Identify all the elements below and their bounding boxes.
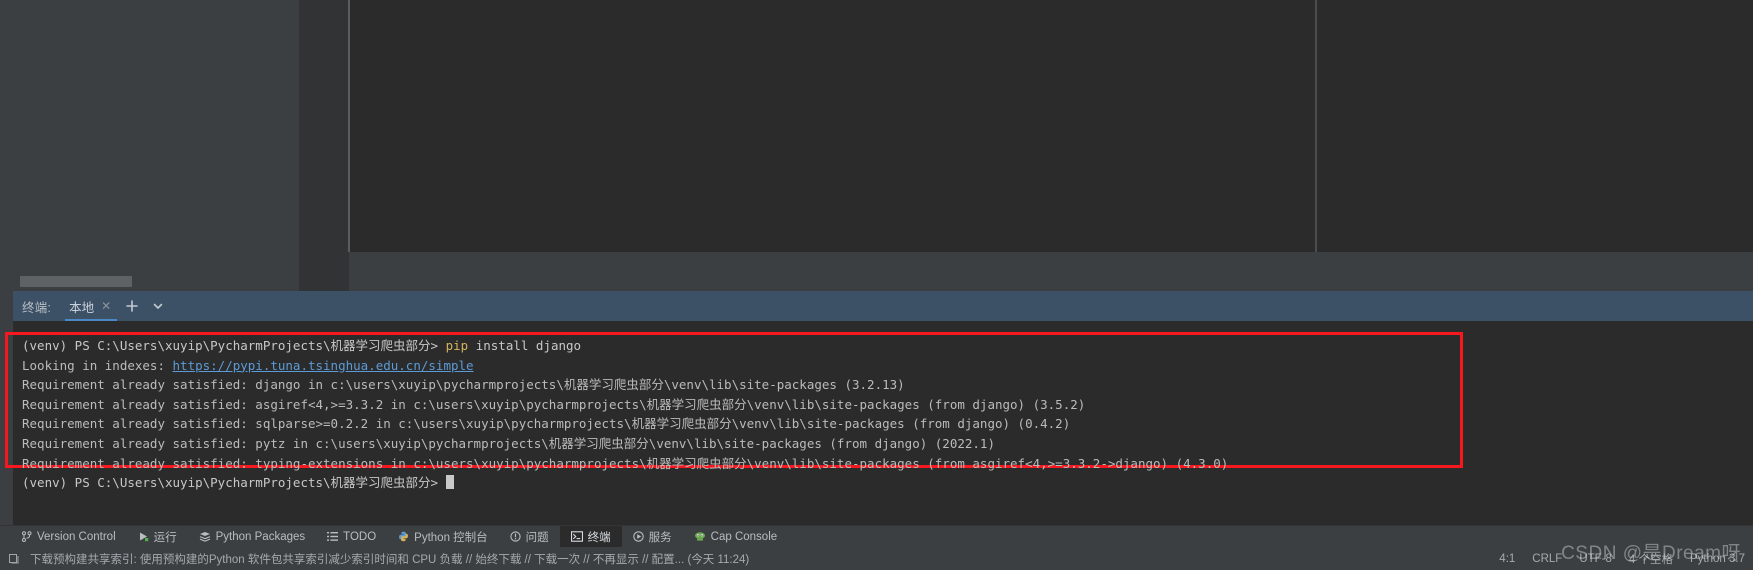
terminal-text-segment: Requirement already satisfied: asgiref<4… bbox=[22, 396, 1086, 412]
terminal-cursor bbox=[445, 475, 454, 490]
terminal-text-segment: Requirement already satisfied: pytz in c… bbox=[22, 435, 995, 451]
tool-window-bar: Version Control 运行 Python Packages TODO Pyth… bbox=[0, 525, 1753, 548]
terminal-line: (venv) PS C:\Users\xuyip\PycharmProjects… bbox=[22, 473, 1722, 493]
branch-icon bbox=[21, 531, 32, 542]
terminal-line: Requirement already satisfied: pytz in c… bbox=[22, 434, 1722, 454]
cap-console-icon bbox=[694, 531, 706, 542]
tool-window-label: TODO bbox=[343, 530, 377, 543]
todo-icon bbox=[327, 531, 339, 542]
terminal-title: 终端: bbox=[22, 300, 52, 315]
tool-window-label: Cap Console bbox=[710, 530, 778, 543]
editor-region bbox=[0, 0, 1753, 291]
terminal-line: Requirement already satisfied: sqlparse>… bbox=[22, 414, 1722, 434]
packages-icon bbox=[199, 531, 211, 542]
terminal-text-segment: (venv) PS C:\Users\xuyip\PycharmProjects… bbox=[22, 475, 446, 491]
tool-window-button-3[interactable]: Python Packages bbox=[188, 526, 317, 548]
close-icon[interactable]: ✕ bbox=[101, 300, 111, 312]
tool-window-button-2[interactable]: 运行 bbox=[127, 526, 188, 548]
python-console-icon bbox=[398, 531, 409, 542]
chevron-down-icon[interactable] bbox=[145, 293, 171, 319]
tool-window-button-5[interactable]: Python 控制台 bbox=[387, 526, 499, 548]
terminal-line: Requirement already satisfied: typing-ex… bbox=[22, 454, 1722, 474]
terminal-line: (venv) PS C:\Users\xuyip\PycharmProjects… bbox=[22, 336, 1722, 356]
tool-window-label: Version Control bbox=[37, 530, 116, 543]
services-icon bbox=[632, 531, 644, 542]
line-separator[interactable]: CRLF bbox=[1532, 553, 1562, 565]
terminal-text-segment: Looking in indexes: bbox=[22, 357, 173, 373]
editor-gutter-pane bbox=[299, 0, 349, 291]
terminal-line: Looking in indexes: https://pypi.tuna.ts… bbox=[22, 356, 1722, 376]
secondary-editor-pane[interactable] bbox=[1317, 0, 1753, 252]
tool-window-button-4[interactable]: TODO bbox=[316, 526, 387, 548]
status-bar: 下载预构建共享索引: 使用预构建的Python 软件包共享索引减少索引时间和 C… bbox=[0, 547, 1753, 570]
terminal-tab-label: 本地 bbox=[69, 300, 95, 315]
terminal-line: Requirement already satisfied: asgiref<4… bbox=[22, 395, 1722, 415]
terminal-text-segment: Requirement already satisfied: django in… bbox=[22, 377, 905, 393]
tool-window-button-8[interactable]: 服务 bbox=[622, 526, 683, 548]
terminal-header: 终端: 本地 ✕ bbox=[13, 291, 1753, 321]
python-interpreter[interactable]: Python 3.7 bbox=[1690, 553, 1745, 565]
plus-icon[interactable] bbox=[119, 293, 145, 319]
tool-window-label: Python Packages bbox=[215, 530, 306, 543]
editor-bottom-strip bbox=[349, 252, 1753, 291]
terminal-tab-local[interactable]: 本地 ✕ bbox=[63, 291, 119, 321]
tool-window-label: 运行 bbox=[153, 531, 177, 544]
tool-window-label: Python 控制台 bbox=[414, 531, 488, 544]
project-tool-window[interactable] bbox=[13, 0, 299, 291]
indent-setting[interactable]: 4 个空格 bbox=[1629, 551, 1673, 567]
tool-window-label: 服务 bbox=[648, 531, 672, 544]
tool-window-label: 终端 bbox=[587, 531, 611, 544]
terminal-text-segment: Requirement already satisfied: sqlparse>… bbox=[22, 416, 1071, 432]
tool-window-button-9[interactable]: Cap Console bbox=[683, 526, 788, 548]
tool-window-button-7[interactable]: 终端 bbox=[559, 525, 622, 548]
left-tool-strip: Bookmarks 结构 bbox=[0, 291, 13, 525]
code-editor-pane[interactable] bbox=[350, 0, 1315, 252]
tool-window-label: 问题 bbox=[525, 531, 549, 544]
status-bar-right: 4:1 CRLF UTF-8 4 个空格 Python 3.7 bbox=[1499, 551, 1745, 567]
notification-icon[interactable] bbox=[8, 553, 20, 565]
terminal-text-segment: install django bbox=[468, 338, 582, 353]
file-encoding[interactable]: UTF-8 bbox=[1579, 553, 1612, 565]
run-icon bbox=[138, 531, 149, 542]
terminal-text: (venv) PS C:\Users\xuyip\PycharmProjects… bbox=[22, 336, 1722, 493]
terminal-line: Requirement already satisfied: django in… bbox=[22, 375, 1722, 395]
left-tool-strip-top bbox=[0, 0, 13, 291]
terminal-text-segment: (venv) PS C:\Users\xuyip\PycharmProjects… bbox=[22, 338, 446, 353]
tool-window-button-6[interactable]: 问题 bbox=[499, 526, 560, 548]
terminal-link[interactable]: https://pypi.tuna.tsinghua.edu.cn/simple bbox=[173, 358, 474, 373]
status-message[interactable]: 下载预构建共享索引: 使用预构建的Python 软件包共享索引减少索引时间和 C… bbox=[30, 551, 749, 567]
project-hscrollbar-thumb[interactable] bbox=[20, 276, 132, 287]
terminal-icon bbox=[570, 531, 583, 542]
caret-position[interactable]: 4:1 bbox=[1499, 553, 1515, 565]
problems-icon bbox=[510, 531, 521, 542]
tool-window-button-1[interactable]: Version Control bbox=[10, 526, 127, 548]
terminal-text-segment: Requirement already satisfied: typing-ex… bbox=[22, 455, 1229, 471]
terminal-text-segment: pip bbox=[445, 338, 469, 353]
pycharm-window: Bookmarks 结构 终端: 本地 ✕ (venv) bbox=[0, 0, 1753, 570]
